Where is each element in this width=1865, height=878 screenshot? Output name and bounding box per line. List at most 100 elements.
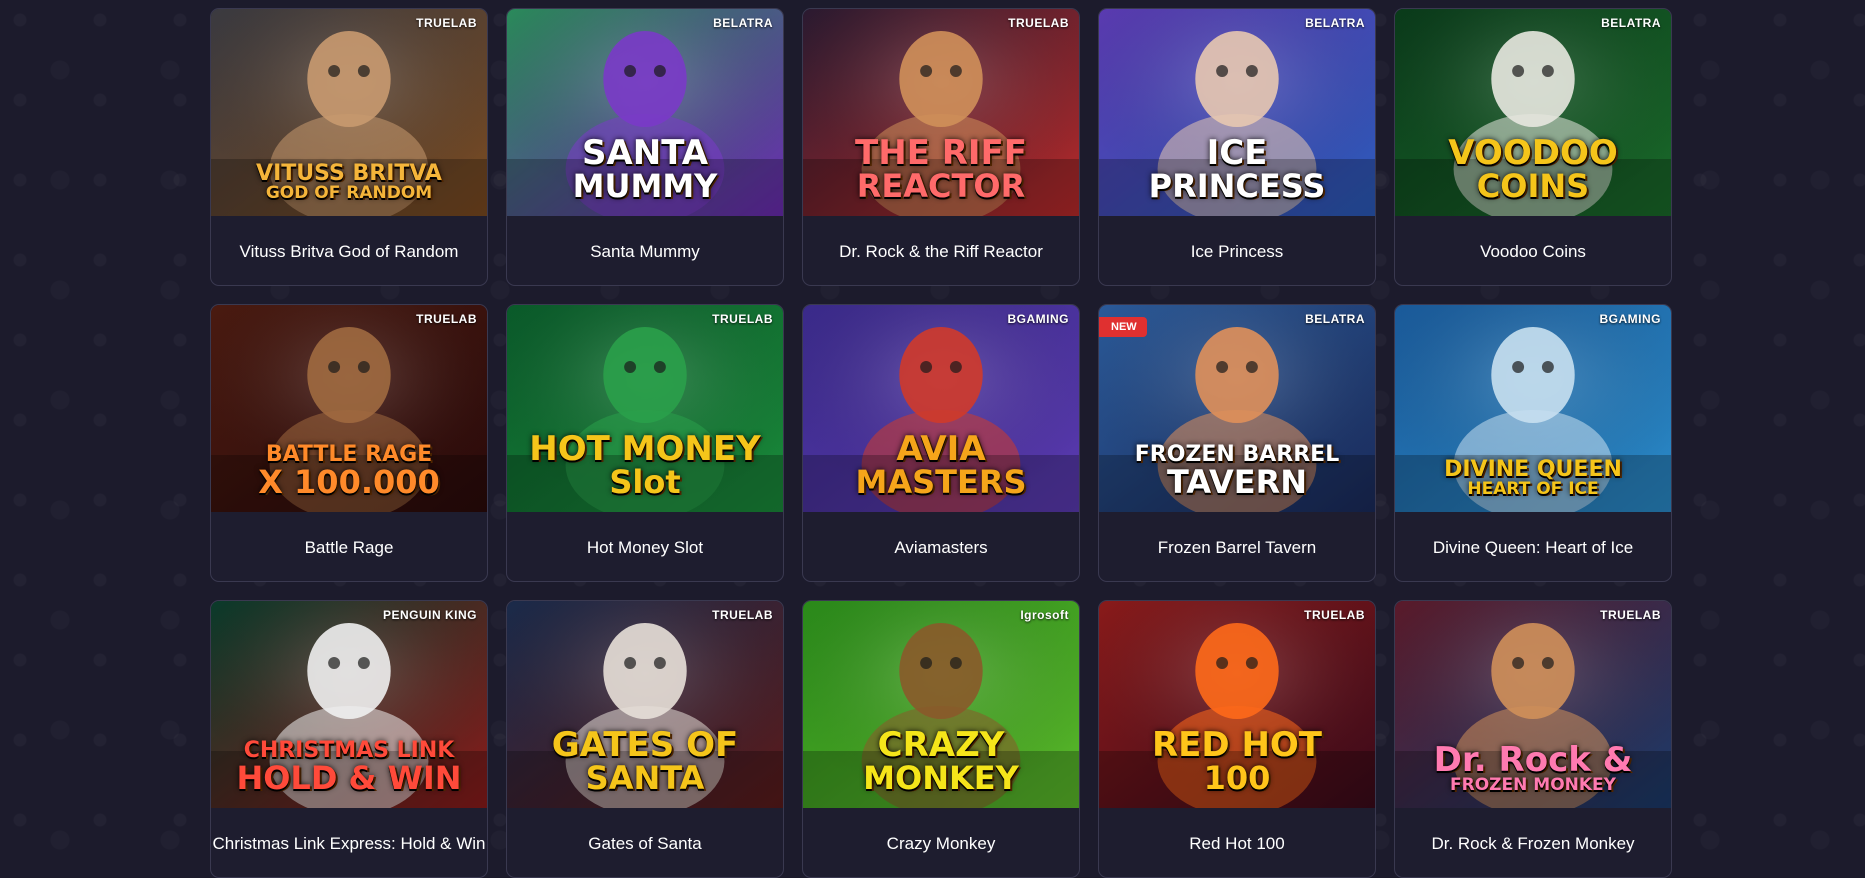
- game-thumbnail[interactable]: PENGUIN KING CHRISTMAS LINK HOLD & WIN: [211, 601, 487, 808]
- game-thumbnail[interactable]: Igrosoft CRAZY MONKEY: [803, 601, 1079, 808]
- game-card[interactable]: TRUELAB BATTLE RAGE X 100.000 Battle Rage: [210, 304, 488, 582]
- game-logo-line1: AVIA: [896, 429, 986, 469]
- game-card[interactable]: BELATRA VOODOO COINS Voodoo Coins: [1394, 8, 1672, 286]
- game-logo-line1: Dr. Rock &: [1433, 740, 1633, 780]
- game-logo-line1: DIVINE QUEEN: [1444, 457, 1622, 482]
- game-logo: ICE PRINCESS: [1099, 136, 1375, 202]
- game-title[interactable]: Vituss Britva God of Random: [211, 216, 487, 285]
- provider-label: TRUELAB: [416, 16, 477, 30]
- provider-label: BELATRA: [1305, 16, 1365, 30]
- game-logo-line2: HEART OF ICE: [1467, 479, 1599, 499]
- game-logo: VITUSS BRITVA GOD OF RANDOM: [211, 163, 487, 202]
- game-logo-line2: PRINCESS: [1148, 167, 1326, 205]
- game-logo: SANTA MUMMY: [507, 136, 783, 202]
- game-card[interactable]: TRUELAB Dr. Rock & FROZEN MONKEY Dr. Rock &…: [1394, 600, 1672, 878]
- game-logo-line2: Slot: [609, 463, 681, 501]
- provider-label: TRUELAB: [712, 608, 773, 622]
- provider-label: BELATRA: [1601, 16, 1661, 30]
- game-logo: Dr. Rock & FROZEN MONKEY: [1395, 743, 1671, 794]
- game-title[interactable]: Santa Mummy: [507, 216, 783, 285]
- game-thumbnail[interactable]: TRUELAB THE RIFF REACTOR: [803, 9, 1079, 216]
- game-thumbnail[interactable]: BELATRA SANTA MUMMY: [507, 9, 783, 216]
- provider-label: BGAMING: [1599, 312, 1661, 326]
- game-logo: VOODOO COINS: [1395, 136, 1671, 202]
- game-logo: FROZEN BARREL TAVERN: [1099, 444, 1375, 499]
- game-logo-line1: VITUSS BRITVA: [256, 161, 442, 186]
- game-logo-line1: CRAZY: [877, 725, 1005, 765]
- provider-label: TRUELAB: [712, 312, 773, 326]
- game-logo: RED HOT 100: [1099, 728, 1375, 794]
- game-logo-line1: ICE: [1206, 133, 1268, 173]
- game-logo: CRAZY MONKEY: [803, 728, 1079, 794]
- game-logo: BATTLE RAGE X 100.000: [211, 444, 487, 501]
- game-title[interactable]: Dr. Rock & Frozen Monkey: [1395, 808, 1671, 877]
- game-logo-line2: GOD OF RANDOM: [265, 183, 433, 203]
- game-logo-line2: 100: [1203, 759, 1271, 797]
- game-thumbnail[interactable]: TRUELAB BATTLE RAGE X 100.000: [211, 305, 487, 512]
- provider-label: BELATRA: [713, 16, 773, 30]
- game-title[interactable]: Ice Princess: [1099, 216, 1375, 285]
- game-card[interactable]: TRUELAB RED HOT 100 Red Hot 100: [1098, 600, 1376, 878]
- game-grid: TRUELAB VITUSS BRITVA GOD OF RANDOM Vituss …: [210, 8, 1672, 878]
- game-logo-line1: HOT MONEY: [529, 429, 761, 469]
- game-title[interactable]: Frozen Barrel Tavern: [1099, 512, 1375, 581]
- game-title[interactable]: Dr. Rock & the Riff Reactor: [803, 216, 1079, 285]
- provider-label: PENGUIN KING: [382, 608, 477, 622]
- game-logo: THE RIFF REACTOR: [803, 136, 1079, 202]
- game-logo-line1: THE RIFF: [855, 133, 1027, 173]
- provider-label: TRUELAB: [1600, 608, 1661, 622]
- game-card[interactable]: TRUELAB HOT MONEY Slot Hot Money Slot: [506, 304, 784, 582]
- provider-label: Igrosoft: [1020, 608, 1069, 622]
- game-card[interactable]: BGAMING DIVINE QUEEN HEART OF ICE Divine Qu…: [1394, 304, 1672, 582]
- game-logo-line2: MUMMY: [572, 167, 718, 205]
- game-title[interactable]: Red Hot 100: [1099, 808, 1375, 877]
- game-card[interactable]: TRUELAB GATES OF SANTA Gates of Santa: [506, 600, 784, 878]
- game-thumbnail[interactable]: BGAMING DIVINE QUEEN HEART OF ICE: [1395, 305, 1671, 512]
- game-card[interactable]: BELATRA SANTA MUMMY Santa Mummy: [506, 8, 784, 286]
- game-card[interactable]: BELATRA NEW FROZEN BARREL TAVERN Frozen Barr…: [1098, 304, 1376, 582]
- game-thumbnail[interactable]: BGAMING AVIA MASTERS: [803, 305, 1079, 512]
- game-title[interactable]: Battle Rage: [211, 512, 487, 581]
- game-card[interactable]: TRUELAB THE RIFF REACTOR Dr. Rock & the Rif…: [802, 8, 1080, 286]
- game-card[interactable]: BELATRA ICE PRINCESS Ice Princess: [1098, 8, 1376, 286]
- game-logo-line1: GATES OF: [551, 725, 739, 765]
- provider-label: TRUELAB: [1304, 608, 1365, 622]
- game-thumbnail[interactable]: TRUELAB VITUSS BRITVA GOD OF RANDOM: [211, 9, 487, 216]
- game-logo: HOT MONEY Slot: [507, 432, 783, 498]
- game-title[interactable]: Aviamasters: [803, 512, 1079, 581]
- game-title[interactable]: Hot Money Slot: [507, 512, 783, 581]
- game-logo: CHRISTMAS LINK HOLD & WIN: [211, 740, 487, 797]
- game-logo-line2: REACTOR: [856, 167, 1026, 205]
- game-logo: AVIA MASTERS: [803, 432, 1079, 498]
- game-card[interactable]: TRUELAB VITUSS BRITVA GOD OF RANDOM Vituss …: [210, 8, 488, 286]
- provider-label: TRUELAB: [1008, 16, 1069, 30]
- game-logo: GATES OF SANTA: [507, 728, 783, 794]
- provider-label: BGAMING: [1007, 312, 1069, 326]
- game-thumbnail[interactable]: TRUELAB GATES OF SANTA: [507, 601, 783, 808]
- provider-label: BELATRA: [1305, 312, 1365, 326]
- game-logo-line2: HOLD & WIN: [236, 759, 462, 797]
- game-thumbnail[interactable]: BELATRA NEW FROZEN BARREL TAVERN: [1099, 305, 1375, 512]
- provider-label: TRUELAB: [416, 312, 477, 326]
- new-badge: NEW: [1099, 317, 1147, 337]
- game-logo-line1: VOODOO: [1448, 133, 1618, 173]
- game-logo: DIVINE QUEEN HEART OF ICE: [1395, 459, 1671, 498]
- game-logo-line2: SANTA: [585, 759, 705, 797]
- game-title[interactable]: Gates of Santa: [507, 808, 783, 877]
- game-title[interactable]: Christmas Link Express: Hold & Win: [211, 808, 487, 877]
- game-logo-line1: SANTA: [581, 133, 709, 173]
- game-thumbnail[interactable]: BELATRA VOODOO COINS: [1395, 9, 1671, 216]
- game-logo-line2: MASTERS: [855, 463, 1027, 501]
- game-card[interactable]: PENGUIN KING CHRISTMAS LINK HOLD & WIN Chri…: [210, 600, 488, 878]
- game-card[interactable]: Igrosoft CRAZY MONKEY Crazy Monkey: [802, 600, 1080, 878]
- game-title[interactable]: Divine Queen: Heart of Ice: [1395, 512, 1671, 581]
- game-thumbnail[interactable]: TRUELAB HOT MONEY Slot: [507, 305, 783, 512]
- game-thumbnail[interactable]: TRUELAB Dr. Rock & FROZEN MONKEY: [1395, 601, 1671, 808]
- game-card[interactable]: BGAMING AVIA MASTERS Aviamasters: [802, 304, 1080, 582]
- game-thumbnail[interactable]: TRUELAB RED HOT 100: [1099, 601, 1375, 808]
- game-logo-line2: MONKEY: [863, 759, 1019, 797]
- game-title[interactable]: Voodoo Coins: [1395, 216, 1671, 285]
- game-title[interactable]: Crazy Monkey: [803, 808, 1079, 877]
- game-thumbnail[interactable]: BELATRA ICE PRINCESS: [1099, 9, 1375, 216]
- game-logo-line2: X 100.000: [258, 463, 440, 501]
